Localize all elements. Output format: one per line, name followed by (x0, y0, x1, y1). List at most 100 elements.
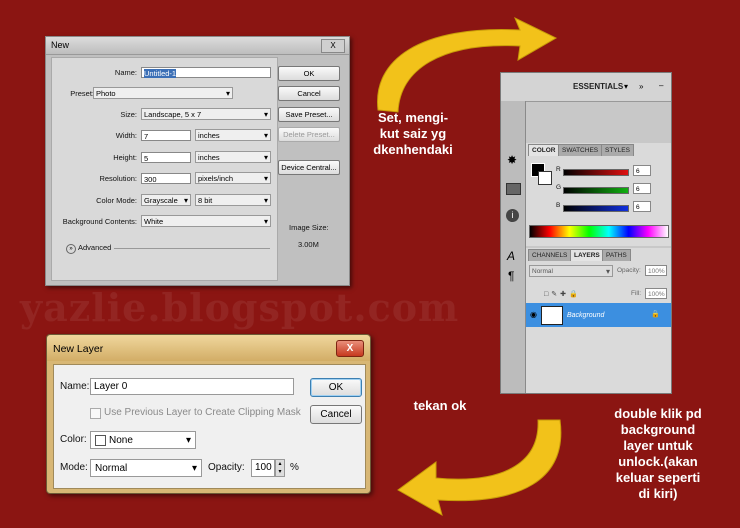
color-mode-label: Color Mode: (96, 196, 137, 205)
eye-icon[interactable]: ◉ (530, 310, 537, 319)
advanced-toggle-icon[interactable]: » (66, 244, 76, 254)
sun-icon[interactable]: ✸ (507, 153, 517, 167)
cancel-button[interactable]: Cancel (278, 86, 340, 101)
new-dialog-form: Name: Untitled-1 Preset: Photo Size: Lan… (51, 57, 278, 281)
layer-mode-label: Mode: (60, 462, 88, 473)
workspace-dropdown-icon[interactable]: ▾ (624, 82, 628, 91)
background-contents-dropdown[interactable]: White (141, 215, 271, 227)
panel-icon-strip: ✸ i A ¶ (501, 101, 526, 393)
layer-color-value: None (109, 435, 133, 446)
color-ramp[interactable] (529, 225, 669, 238)
slider-r-value[interactable]: 6 (633, 165, 651, 176)
new-layer-title: New Layer (53, 343, 104, 355)
advanced-divider (114, 248, 270, 249)
save-preset-button[interactable]: Save Preset... (278, 107, 340, 122)
height-field[interactable]: 5 (141, 152, 191, 163)
background-color-swatch[interactable] (538, 171, 552, 185)
delete-preset-button[interactable]: Delete Preset... (278, 127, 340, 142)
fill-label: Fill: (631, 290, 642, 297)
image-size-label: Image Size: (289, 223, 329, 232)
opacity-field[interactable]: 100% (645, 265, 667, 276)
slider-b-value[interactable]: 6 (633, 201, 651, 212)
advanced-label: Advanced (78, 243, 112, 252)
name-value: Untitled-1 (144, 69, 177, 78)
image-size-value: 3.00M (298, 240, 319, 249)
lock-icon[interactable]: 🔒 (651, 310, 660, 318)
height-label: Height: (113, 153, 137, 162)
new-dialog-title: New (51, 40, 70, 50)
new-layer-dialog: New Layer X Name: Layer 0 OK Cancel Use … (46, 334, 371, 494)
slider-g-value[interactable]: 6 (633, 183, 651, 194)
annotation-double-click: double klik pd background layer untuk un… (614, 406, 702, 501)
preset-label: Preset: (70, 89, 94, 98)
layer-name-field[interactable]: Layer 0 (90, 378, 294, 395)
width-field[interactable]: 7 (141, 130, 191, 141)
workspace-bar: ESSENTIALS ▾ » – (501, 73, 671, 102)
tab-styles[interactable]: STYLES (601, 144, 634, 156)
blend-mode-dropdown[interactable]: Normal (529, 265, 613, 277)
tab-color[interactable]: COLOR (528, 144, 560, 156)
new-layer-titlebar: New Layer X (47, 335, 370, 361)
paragraph-icon[interactable]: ¶ (508, 269, 514, 283)
ok-button[interactable]: OK (310, 378, 362, 397)
percent-label: % (290, 462, 299, 473)
device-central-button[interactable]: Device Central... (278, 160, 340, 175)
color-swatch-icon (95, 435, 106, 446)
new-dialog-titlebar: New X (46, 37, 349, 55)
slider-r-track[interactable] (563, 169, 629, 176)
size-label: Size: (120, 110, 137, 119)
photoshop-panels: ESSENTIALS ▾ » – ✸ i A ¶ COLOR SWATCHES … (500, 72, 672, 394)
layer-color-dropdown[interactable]: None (90, 431, 196, 449)
layer-thumbnail (541, 306, 563, 325)
minimize-icon[interactable]: – (659, 81, 663, 90)
tab-swatches[interactable]: SWATCHES (558, 144, 603, 156)
opacity-stepper-icon[interactable]: ▴ ▾ (275, 459, 285, 477)
bit-depth-dropdown[interactable]: 8 bit (195, 194, 271, 206)
background-contents-label: Background Contents: (62, 217, 137, 226)
name-label: Name: (114, 68, 137, 77)
resolution-unit-dropdown[interactable]: pixels/inch (195, 172, 271, 184)
opacity-label: Opacity: (617, 267, 641, 274)
size-dropdown[interactable]: Landscape, 5 x 7 (141, 108, 271, 120)
slider-b-track[interactable] (563, 205, 629, 212)
layer-name: Background (567, 312, 605, 319)
info-icon[interactable]: i (506, 209, 519, 222)
lock-icons[interactable]: □✎✚🔒 (544, 290, 581, 298)
ok-button[interactable]: OK (278, 66, 340, 81)
width-unit-dropdown[interactable]: inches (195, 129, 271, 141)
name-field[interactable]: Untitled-1 (141, 67, 271, 78)
image-icon[interactable] (506, 183, 521, 195)
layer-opacity-field[interactable]: 100 (251, 459, 275, 477)
color-mode-dropdown[interactable]: Grayscale (141, 194, 191, 206)
tab-paths[interactable]: PATHS (602, 249, 631, 261)
resolution-label: Resolution: (99, 174, 137, 183)
resolution-field[interactable]: 300 (141, 173, 191, 184)
new-layer-form: Name: Layer 0 OK Cancel Use Previous Lay… (53, 364, 366, 489)
height-unit-dropdown[interactable]: inches (195, 151, 271, 163)
layer-opacity-label: Opacity: (208, 462, 245, 473)
workspace-menu-icon[interactable]: » (639, 82, 643, 91)
arrow-bottom-icon (397, 419, 562, 517)
close-icon[interactable]: X (321, 39, 345, 53)
slider-g-label: G (556, 184, 562, 191)
slider-g-track[interactable] (563, 187, 629, 194)
layer-name-label: Name: (60, 381, 90, 392)
new-document-dialog: New X Name: Untitled-1 Preset: Photo Siz… (45, 36, 350, 286)
workspace-label[interactable]: ESSENTIALS (573, 82, 623, 91)
clipping-mask-checkbox[interactable] (90, 408, 101, 419)
fill-field[interactable]: 100% (645, 288, 667, 299)
preset-dropdown[interactable]: Photo (93, 87, 233, 99)
tab-layers[interactable]: LAYERS (570, 249, 604, 261)
slider-r-label: R (556, 166, 561, 173)
annotation-press-ok: tekan ok (413, 398, 467, 413)
clipping-mask-label: Use Previous Layer to Create Clipping Ma… (104, 407, 301, 418)
layer-mode-dropdown[interactable]: Normal (90, 459, 202, 477)
annotation-set-size: Set, mengi- kut saiz yg dkenhendaki (373, 110, 453, 157)
width-label: Width: (115, 131, 137, 140)
close-icon[interactable]: X (336, 340, 364, 357)
character-icon[interactable]: A (507, 249, 515, 263)
layer-color-label: Color: (60, 434, 87, 445)
cancel-button[interactable]: Cancel (310, 405, 362, 424)
slider-b-label: B (556, 202, 561, 209)
tab-channels[interactable]: CHANNELS (528, 249, 572, 261)
